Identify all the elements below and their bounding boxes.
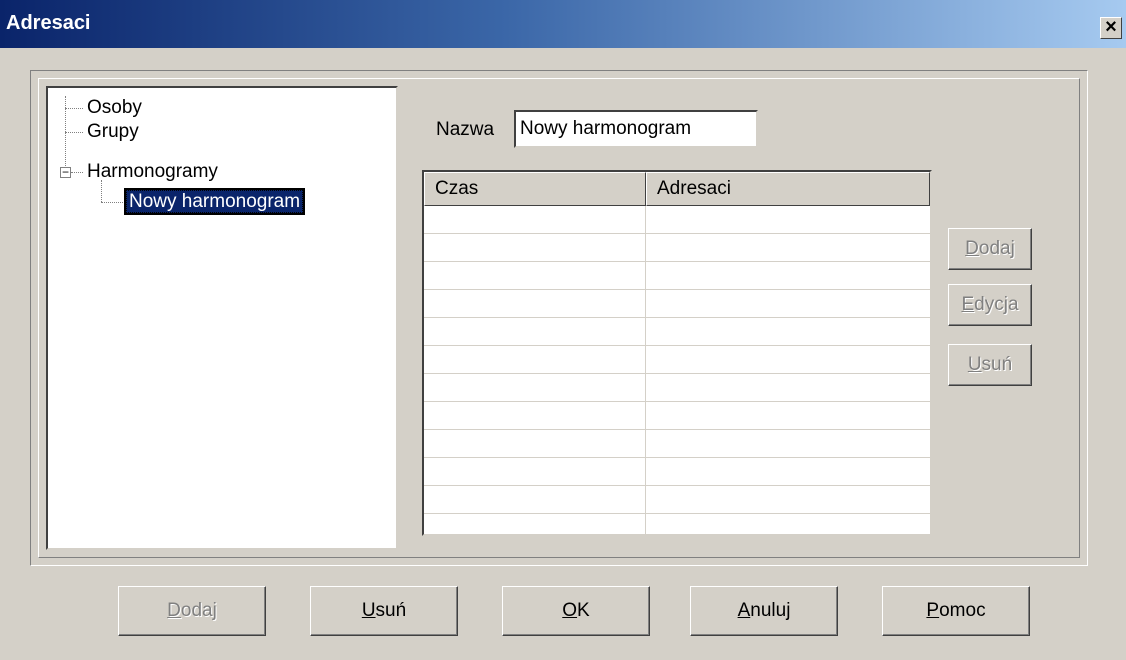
table-row[interactable] — [424, 430, 930, 458]
remove-button[interactable]: Usuń — [310, 586, 458, 636]
cell-czas[interactable] — [424, 290, 646, 318]
schedule-grid[interactable]: Czas Adresaci — [422, 170, 932, 536]
cell-czas[interactable] — [424, 430, 646, 458]
tree-item-grupy[interactable]: Grupy — [87, 120, 139, 144]
add-button[interactable]: Dodaj — [118, 586, 266, 636]
close-button[interactable]: × — [1100, 17, 1122, 39]
cell-adresaci[interactable] — [646, 262, 930, 290]
ok-button[interactable]: OK — [502, 586, 650, 636]
cell-czas[interactable] — [424, 346, 646, 374]
remove-entry-button[interactable]: Usuń — [948, 344, 1032, 386]
tree-connector — [101, 202, 123, 203]
add-entry-button[interactable]: Dodaj — [948, 228, 1032, 270]
tree-item-label-selected: Nowy harmonogram — [123, 188, 306, 215]
collapse-icon[interactable]: − — [60, 166, 71, 178]
table-row[interactable] — [424, 262, 930, 290]
table-row[interactable] — [424, 318, 930, 346]
cell-czas[interactable] — [424, 486, 646, 514]
tree-connector — [65, 108, 83, 109]
edit-entry-button[interactable]: Edycja — [948, 284, 1032, 326]
table-row[interactable] — [424, 206, 930, 234]
cell-czas[interactable] — [424, 458, 646, 486]
column-header-adresaci[interactable]: Adresaci — [646, 172, 930, 206]
table-row[interactable] — [424, 290, 930, 318]
grid-header: Czas Adresaci — [424, 172, 930, 206]
tree-item-osoby[interactable]: Osoby — [87, 96, 142, 120]
tree-item-nowy-harmonogram[interactable]: Nowy harmonogram — [123, 188, 306, 215]
cell-adresaci[interactable] — [646, 206, 930, 234]
tree-item-label: Harmonogramy — [87, 161, 218, 182]
table-row[interactable] — [424, 234, 930, 262]
cell-adresaci[interactable] — [646, 486, 930, 514]
window-title: Adresaci — [6, 12, 91, 34]
cell-czas[interactable] — [424, 514, 646, 534]
table-row[interactable] — [424, 402, 930, 430]
cell-adresaci[interactable] — [646, 458, 930, 486]
tree-item-harmonogramy[interactable]: Harmonogramy — [87, 160, 218, 184]
cell-czas[interactable] — [424, 206, 646, 234]
table-row[interactable] — [424, 346, 930, 374]
cell-adresaci[interactable] — [646, 430, 930, 458]
cancel-button[interactable]: Anuluj — [690, 586, 838, 636]
table-row[interactable] — [424, 486, 930, 514]
tree-connector — [71, 172, 83, 173]
cell-czas[interactable] — [424, 262, 646, 290]
title-bar: Adresaci × — [0, 0, 1126, 48]
tree-connector — [65, 132, 83, 133]
cell-adresaci[interactable] — [646, 318, 930, 346]
name-input[interactable]: Nowy harmonogram — [514, 110, 758, 148]
cell-czas[interactable] — [424, 402, 646, 430]
cell-adresaci[interactable] — [646, 514, 930, 534]
help-button[interactable]: Pomoc — [882, 586, 1030, 636]
cell-adresaci[interactable] — [646, 290, 930, 318]
table-row[interactable] — [424, 458, 930, 486]
column-header-czas[interactable]: Czas — [424, 172, 646, 206]
tree-item-label: Grupy — [87, 121, 139, 142]
cell-czas[interactable] — [424, 318, 646, 346]
cell-czas[interactable] — [424, 374, 646, 402]
cell-adresaci[interactable] — [646, 374, 930, 402]
table-row[interactable] — [424, 514, 930, 534]
cell-adresaci[interactable] — [646, 234, 930, 262]
cell-adresaci[interactable] — [646, 402, 930, 430]
tree-view[interactable]: − Osoby Grupy Harmonogramy Nowy harmonog… — [46, 86, 398, 550]
table-row[interactable] — [424, 374, 930, 402]
tree-item-label: Osoby — [87, 97, 142, 118]
cell-adresaci[interactable] — [646, 346, 930, 374]
close-icon: × — [1105, 16, 1117, 38]
cell-czas[interactable] — [424, 234, 646, 262]
name-label: Nazwa — [436, 119, 495, 140]
